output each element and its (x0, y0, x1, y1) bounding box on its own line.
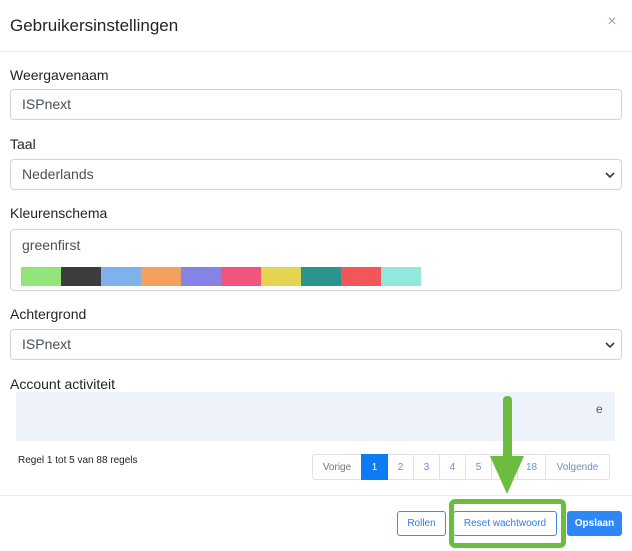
color-swatch-6 (221, 267, 261, 286)
close-icon[interactable]: × (602, 12, 622, 32)
pagination-page-4[interactable]: 4 (439, 454, 466, 480)
table-info: Regel 1 tot 5 van 88 regels (18, 455, 138, 466)
account-activity-label: Account activiteit (10, 376, 116, 392)
activity-overflow-text: e (596, 402, 603, 416)
chevron-down-icon (605, 342, 615, 349)
color-swatch-3 (101, 267, 141, 286)
display-name-label: Weergavenaam (10, 67, 109, 83)
color-swatch-10 (381, 267, 421, 286)
color-scheme-value: greenfirst (22, 237, 81, 253)
background-select[interactable]: ISPnext (10, 329, 622, 360)
color-swatches (21, 267, 421, 286)
pagination: Vorige 1 2 3 4 5 18 Volgende (312, 454, 610, 480)
roles-button[interactable]: Rollen (397, 511, 446, 536)
color-swatch-8 (301, 267, 341, 286)
color-swatch-5 (181, 267, 221, 286)
annotation-highlight-box (449, 499, 566, 548)
pagination-page-2[interactable]: 2 (387, 454, 414, 480)
color-swatch-2 (61, 267, 101, 286)
pagination-page-1[interactable]: 1 (361, 454, 388, 480)
background-select-value: ISPnext (22, 336, 72, 352)
color-scheme-label: Kleurenschema (10, 205, 108, 221)
pagination-page-3[interactable]: 3 (413, 454, 440, 480)
display-name-input[interactable]: ISPnext (10, 89, 622, 120)
user-settings-modal: Gebruikersinstellingen × Weergavenaam IS… (0, 0, 632, 551)
color-scheme-select[interactable]: greenfirst (10, 229, 622, 291)
annotation-arrow-down-icon (490, 396, 524, 494)
language-label: Taal (10, 136, 36, 152)
modal-header: Gebruikersinstellingen × (0, 0, 632, 52)
color-swatch-1 (21, 267, 61, 286)
pagination-next[interactable]: Volgende (545, 454, 610, 480)
color-swatch-7 (261, 267, 301, 286)
chevron-down-icon (605, 172, 615, 179)
color-swatch-4 (141, 267, 181, 286)
pagination-previous[interactable]: Vorige (312, 454, 362, 480)
color-swatch-9 (341, 267, 381, 286)
modal-title: Gebruikersinstellingen (10, 16, 179, 35)
background-label: Achtergrond (10, 306, 87, 322)
save-button[interactable]: Opslaan (567, 511, 622, 536)
language-select[interactable]: Nederlands (10, 159, 622, 190)
language-select-value: Nederlands (22, 166, 94, 182)
